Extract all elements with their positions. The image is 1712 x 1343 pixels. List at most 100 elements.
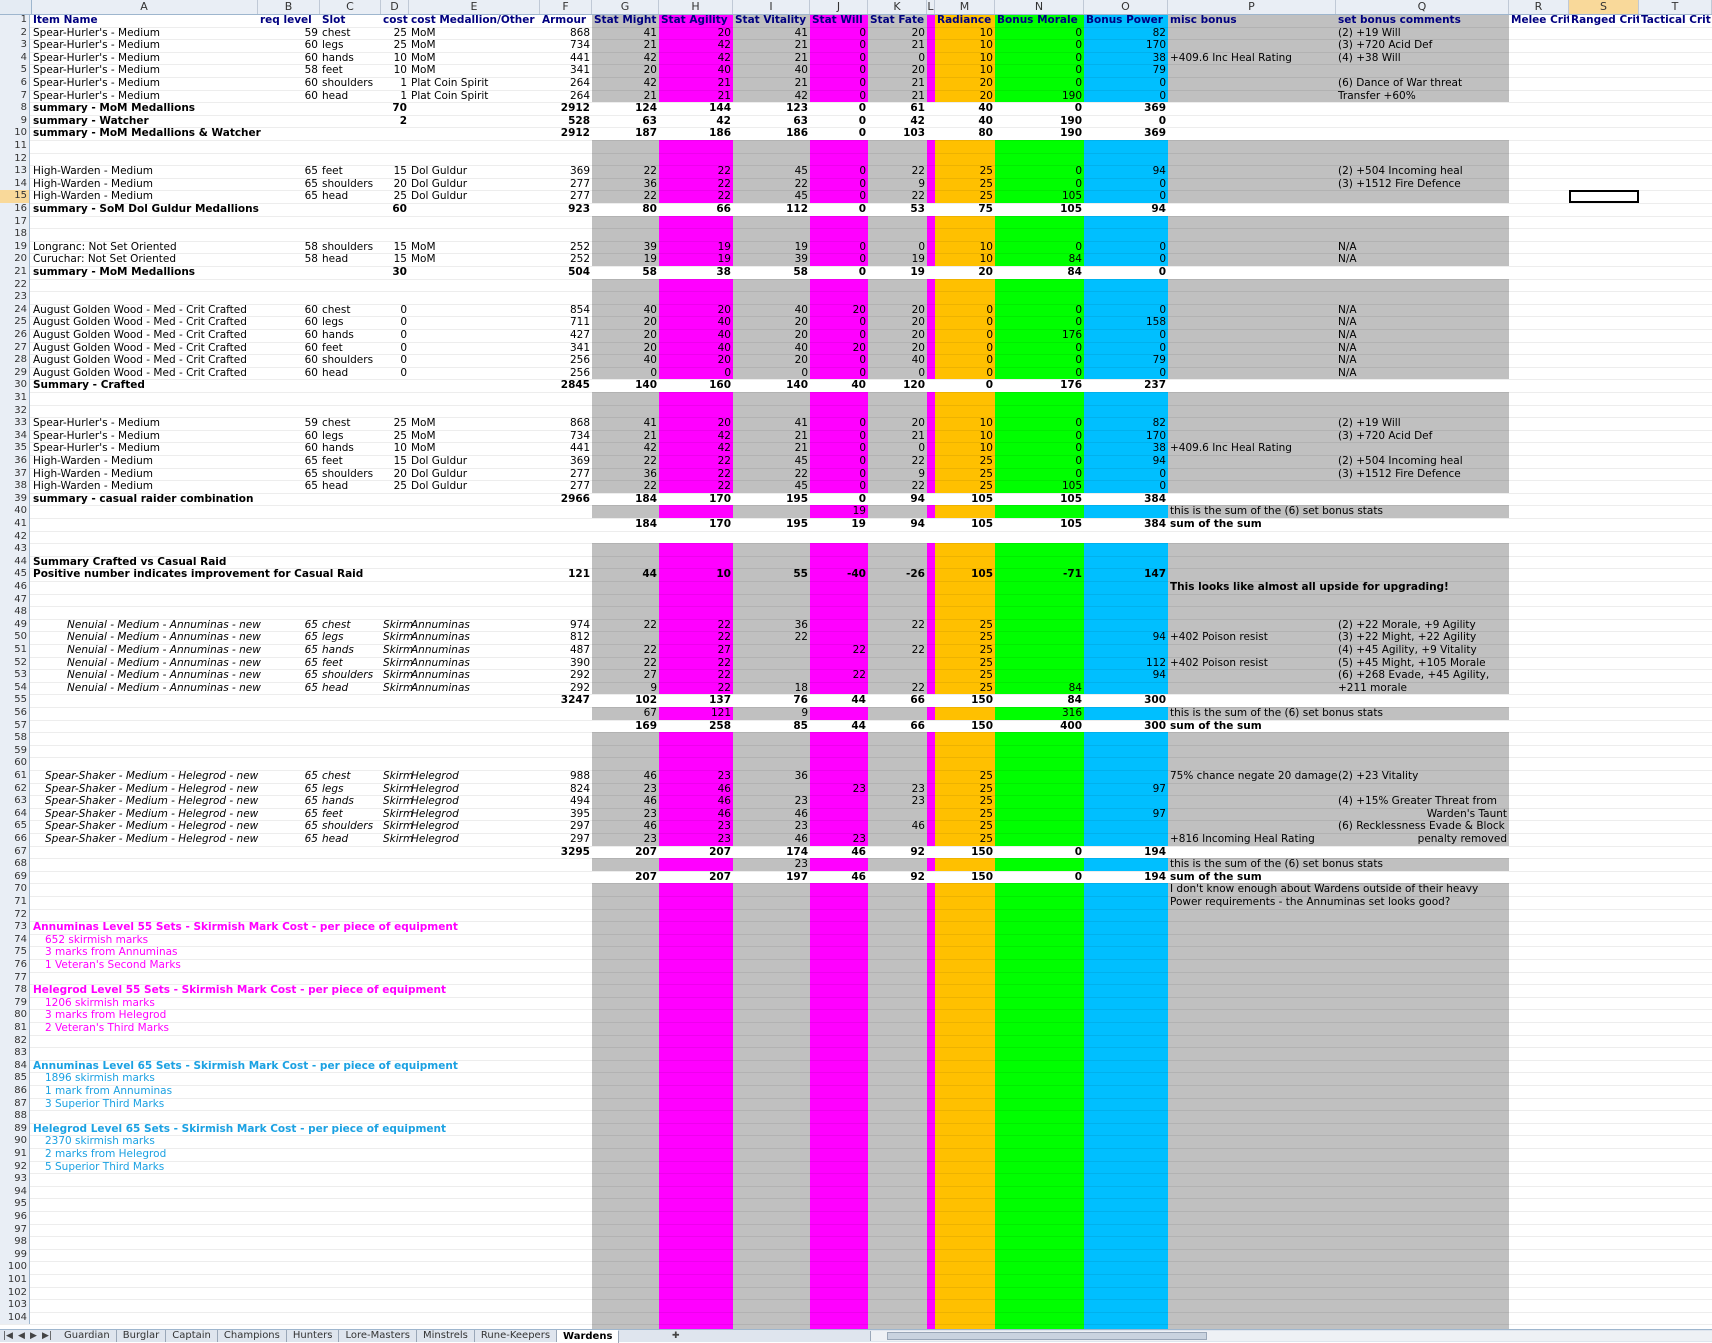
- header-cost[interactable]: cost: [381, 14, 409, 27]
- cell-cost-medallion[interactable]: MoM: [409, 430, 540, 443]
- header-req-level[interactable]: req level: [258, 14, 320, 27]
- cell-item-name[interactable]: Summary Crafted vs Casual Raid: [31, 556, 258, 569]
- cell-item-name[interactable]: Positive number indicates improvement fo…: [31, 568, 365, 581]
- cell-stat-fate[interactable]: -26: [868, 568, 927, 581]
- cell-stat-agility[interactable]: 137: [659, 694, 733, 707]
- row-header[interactable]: 48: [0, 606, 30, 619]
- cell-stat-agility[interactable]: 42: [659, 430, 733, 443]
- cell-cost[interactable]: 0: [381, 304, 409, 317]
- cell-req-level[interactable]: 60: [258, 442, 320, 455]
- cell-stat-agility[interactable]: 27: [659, 644, 733, 657]
- cell-misc-bonus[interactable]: I don't know enough about Wardens outsid…: [1168, 883, 1480, 896]
- cell-slot[interactable]: head: [320, 682, 381, 695]
- cell-stat-might[interactable]: 21: [592, 430, 659, 443]
- cell-item-name[interactable]: August Golden Wood - Med - Crit Crafted: [31, 329, 258, 342]
- header-bonus-morale[interactable]: Bonus Morale: [995, 14, 1084, 27]
- row-header[interactable]: 13: [0, 165, 30, 178]
- cell-item-name[interactable]: Spear-Hurler's - Medium: [31, 64, 258, 77]
- cell-stat-might[interactable]: 36: [592, 468, 659, 481]
- cell-item-name[interactable]: Spear-Shaker - Medium - Helegrod - new: [31, 833, 260, 846]
- cell-bonus-power[interactable]: 170: [1084, 430, 1168, 443]
- cell-set-bonus-comments[interactable]: N/A: [1336, 342, 1509, 355]
- sheet-tab-captain[interactable]: Captain: [166, 1330, 218, 1342]
- cell-stat-vitality[interactable]: 41: [733, 417, 810, 430]
- header-misc-bonus[interactable]: misc bonus: [1168, 14, 1336, 27]
- cell-slot[interactable]: shoulders: [320, 178, 381, 191]
- header-cost-medallion[interactable]: cost Medallion/Other: [409, 14, 540, 27]
- cell-radiance[interactable]: 25: [935, 820, 995, 833]
- cell-stat-vitality[interactable]: 45: [733, 455, 810, 468]
- cell-bonus-morale[interactable]: 0: [995, 468, 1084, 481]
- cell-stat-will[interactable]: 0: [810, 480, 868, 493]
- cell-cost[interactable]: 25: [381, 480, 409, 493]
- cell-bonus-power[interactable]: 0: [1084, 329, 1168, 342]
- cell-stat-vitality[interactable]: 195: [733, 493, 810, 506]
- cell-slot[interactable]: chest: [320, 770, 381, 783]
- cell-req-level[interactable]: 65: [258, 833, 320, 846]
- cell-req-level[interactable]: 65: [258, 480, 320, 493]
- row-header[interactable]: 62: [0, 782, 30, 796]
- cell-armour[interactable]: 494: [540, 795, 592, 808]
- cell-bonus-power[interactable]: 384: [1084, 518, 1168, 531]
- row-header[interactable]: 36: [0, 455, 30, 468]
- cell-stat-might[interactable]: 20: [592, 316, 659, 329]
- row-header[interactable]: 59: [0, 744, 30, 758]
- cell-item-name[interactable]: Nenuial - Medium - Annuminas - new: [31, 682, 263, 695]
- cell-misc-bonus[interactable]: +402 Poison resist: [1168, 657, 1336, 670]
- cell-radiance[interactable]: 0: [935, 329, 995, 342]
- cell-radiance[interactable]: 0: [935, 354, 995, 367]
- row-header[interactable]: 4: [0, 51, 30, 65]
- cell-bonus-morale[interactable]: 105: [995, 190, 1084, 203]
- cell-slot[interactable]: hands: [320, 52, 381, 65]
- cell-stat-fate[interactable]: 9: [868, 178, 927, 191]
- cell-radiance[interactable]: 25: [935, 682, 995, 695]
- cell-bonus-morale[interactable]: 0: [995, 178, 1084, 191]
- cell-bonus-morale[interactable]: 105: [995, 518, 1084, 531]
- cell-set-bonus-comments[interactable]: (4) +45 Agility, +9 Vitality: [1336, 644, 1509, 657]
- cell-stat-agility[interactable]: 170: [659, 518, 733, 531]
- cell-req-level[interactable]: 60: [258, 316, 320, 329]
- cell-stat-agility[interactable]: 46: [659, 783, 733, 796]
- cell-cost[interactable]: 20: [381, 178, 409, 191]
- header-melee-crit[interactable]: Melee Crit: [1509, 14, 1569, 27]
- cell-stat-will[interactable]: 46: [810, 871, 868, 884]
- cell-bonus-morale[interactable]: 0: [995, 354, 1084, 367]
- cell-cost[interactable]: 0: [381, 367, 409, 380]
- cell-stat-might[interactable]: 42: [592, 52, 659, 65]
- cell-bonus-morale[interactable]: 0: [995, 455, 1084, 468]
- cell-radiance[interactable]: 105: [935, 568, 995, 581]
- cell-bonus-power[interactable]: 0: [1084, 253, 1168, 266]
- cell-stat-agility[interactable]: 20: [659, 304, 733, 317]
- row-header[interactable]: 49: [0, 618, 30, 632]
- row-header[interactable]: 66: [0, 833, 30, 846]
- cell-item-name[interactable]: Spear-Hurler's - Medium: [31, 430, 258, 443]
- cell-set-bonus-comments[interactable]: N/A: [1336, 241, 1509, 254]
- column-header-c[interactable]: C: [320, 0, 381, 14]
- row-header[interactable]: 99: [0, 1248, 30, 1262]
- cell-stat-agility[interactable]: 20: [659, 27, 733, 40]
- cell-stat-agility[interactable]: 22: [659, 468, 733, 481]
- cell-stat-vitality[interactable]: 45: [733, 165, 810, 178]
- cell-slot[interactable]: legs: [320, 430, 381, 443]
- cell-stat-vitality[interactable]: 197: [733, 871, 810, 884]
- column-header-p[interactable]: P: [1168, 0, 1336, 14]
- prev-sheet-icon[interactable]: ◀: [18, 1330, 25, 1342]
- cell-slot[interactable]: feet: [320, 455, 381, 468]
- cell-bonus-power[interactable]: 194: [1084, 871, 1168, 884]
- cell-cost[interactable]: Skirm: [381, 657, 413, 670]
- row-header[interactable]: 97: [0, 1223, 30, 1237]
- cell-cost-medallion[interactable]: Plat Coin Spirit: [409, 90, 540, 103]
- cell-bonus-morale[interactable]: 0: [995, 342, 1084, 355]
- cell-bonus-morale[interactable]: 0: [995, 430, 1084, 443]
- cell-stat-agility[interactable]: 0: [659, 367, 733, 380]
- cell-armour[interactable]: 441: [540, 442, 592, 455]
- cell-bonus-morale[interactable]: 0: [995, 77, 1084, 90]
- cell-stat-agility[interactable]: 22: [659, 657, 733, 670]
- cell-armour[interactable]: 2912: [540, 127, 592, 140]
- cell-cost-medallion[interactable]: Dol Guldur: [409, 190, 540, 203]
- cell-stat-will[interactable]: 0: [810, 190, 868, 203]
- cell-item-name[interactable]: Longranc: Not Set Oriented: [31, 241, 258, 254]
- cell-set-bonus-comments[interactable]: (6) Dance of War threat: [1336, 77, 1509, 90]
- cell-stat-vitality[interactable]: 36: [733, 619, 810, 632]
- cell-stat-fate[interactable]: 19: [868, 253, 927, 266]
